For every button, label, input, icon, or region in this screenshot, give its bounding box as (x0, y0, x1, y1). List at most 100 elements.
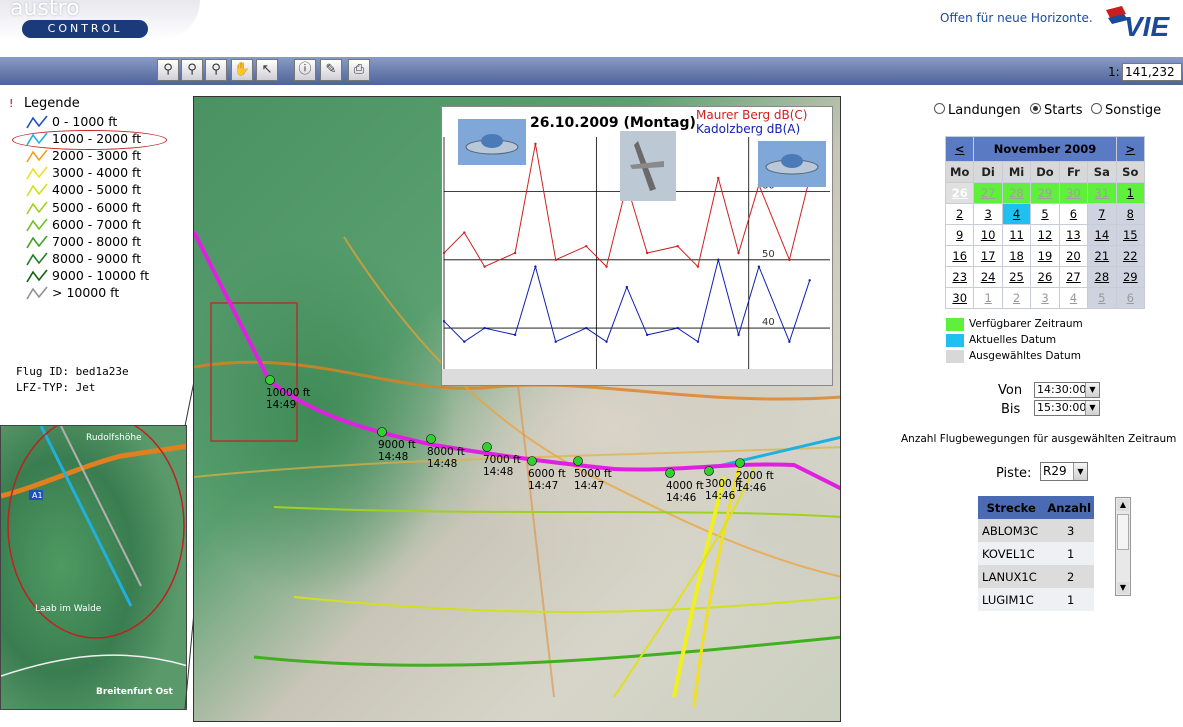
calendar-weekday: Mi (1002, 162, 1031, 182)
radio-landungen[interactable]: Landungen (934, 103, 1021, 118)
calendar-day[interactable]: 3 (1031, 288, 1059, 308)
radio-circle[interactable] (1030, 103, 1041, 114)
calendar-weekday: Di (974, 162, 1002, 182)
track-point[interactable]: 4000 ft14:46 (665, 468, 704, 505)
route-header-anzahl[interactable]: Anzahl (1044, 496, 1094, 519)
calendar-day[interactable]: 18 (1002, 246, 1031, 266)
calendar-day[interactable]: 24 (974, 267, 1002, 287)
calendar-next-button[interactable]: > (1116, 137, 1144, 161)
chart-point (676, 326, 679, 330)
radio-circle[interactable] (934, 103, 945, 114)
von-select[interactable]: 14:30:00 ▼ (1034, 382, 1100, 398)
calendar-day[interactable]: 30 (1059, 183, 1088, 203)
track-point-altitude: 5000 ft (574, 468, 612, 480)
track-point-time: 14:46 (736, 482, 767, 494)
calendar-day[interactable]: 2 (946, 204, 974, 224)
calendar-day[interactable]: 6 (1116, 288, 1144, 308)
calendar-day[interactable]: 17 (974, 246, 1002, 266)
calendar-day[interactable]: 27 (1059, 267, 1088, 287)
radio-circle[interactable] (1091, 103, 1102, 114)
table-row[interactable]: LUGIM1C 1 (978, 588, 1094, 611)
track-point[interactable]: 5000 ft14:47 (573, 456, 612, 493)
calendar-prev-button[interactable]: < (946, 137, 974, 161)
chart-point (534, 265, 537, 268)
calendar-day[interactable]: 5 (1088, 288, 1116, 308)
route-header-strecke[interactable]: Strecke (978, 496, 1045, 519)
calendar-day[interactable]: 10 (974, 225, 1002, 245)
track-point-marker (482, 442, 492, 452)
track-point-altitude: 7000 ft (483, 454, 521, 466)
track-point[interactable]: 8000 ft14:48 (426, 434, 465, 471)
bis-select[interactable]: 15:30:00 ▼ (1034, 400, 1100, 416)
calendar-day[interactable]: 29 (1116, 267, 1144, 287)
chevron-down-icon[interactable]: ▼ (1085, 401, 1099, 415)
track-point-marker (573, 456, 583, 466)
calendar-day[interactable]: 15 (1116, 225, 1144, 245)
calendar-day[interactable]: 11 (1002, 225, 1031, 245)
noise-chart: 40506014:3014:4515:00 26.10.2009 (Montag… (441, 106, 833, 386)
calendar-day[interactable]: 28 (1002, 183, 1031, 203)
calendar-week: 9 10 11 12 13 14 15 (946, 225, 1144, 245)
calendar-day[interactable]: 28 (1088, 267, 1116, 287)
table-row[interactable]: KOVEL1C 1 (978, 542, 1094, 565)
calendar-day[interactable]: 4 (1059, 288, 1088, 308)
bis-value: 15:30:00 (1037, 401, 1087, 414)
calendar-day[interactable]: 5 (1031, 204, 1059, 224)
calendar-day[interactable]: 1 (1116, 183, 1144, 203)
print-icon[interactable]: ⎙ (348, 59, 370, 81)
scroll-down-icon[interactable]: ▼ (1117, 582, 1129, 594)
route-name-cell: LUGIM1C (978, 588, 1045, 611)
track-point[interactable]: 7000 ft14:48 (482, 442, 521, 479)
scale-input[interactable] (1122, 63, 1182, 81)
calendar-day[interactable]: 12 (1031, 225, 1059, 245)
radio-starts[interactable]: Starts (1030, 103, 1083, 118)
chart-title: 26.10.2009 (Montag) (530, 115, 696, 131)
measure-icon[interactable]: ✎ (320, 59, 342, 81)
key-swatch-selected (946, 350, 964, 363)
calendar-day[interactable]: 25 (1002, 267, 1031, 287)
calendar-day[interactable]: 20 (1059, 246, 1088, 266)
calendar-day[interactable]: 26 (946, 183, 974, 203)
plane-photo (620, 131, 676, 201)
table-row[interactable]: ABLOM3C 3 (978, 519, 1094, 542)
scroll-thumb[interactable] (1117, 514, 1129, 550)
chart-point (513, 333, 517, 337)
calendar-day[interactable]: 9 (946, 225, 974, 245)
legend-series-1: Maurer Berg dB(C) (696, 108, 807, 122)
chevron-down-icon[interactable]: ▼ (1073, 463, 1087, 480)
chart-point (554, 340, 557, 343)
chart-y-tick-label: 50 (762, 249, 775, 260)
calendar-day[interactable]: 31 (1088, 183, 1116, 203)
calendar-day[interactable]: 23 (946, 267, 974, 287)
scroll-up-icon[interactable]: ▲ (1117, 499, 1129, 511)
chart-point (696, 265, 700, 268)
radio-sonstige[interactable]: Sonstige (1091, 103, 1161, 118)
calendar-day[interactable]: 8 (1116, 204, 1144, 224)
calendar-day[interactable]: 2 (1002, 288, 1031, 308)
calendar-day[interactable]: 14 (1088, 225, 1116, 245)
calendar-day[interactable]: 30 (946, 288, 974, 308)
von-label: Von (998, 383, 1023, 398)
calendar-day[interactable]: 16 (946, 246, 974, 266)
calendar-day[interactable]: 3 (974, 204, 1002, 224)
calendar-day[interactable]: 19 (1031, 246, 1059, 266)
calendar-day[interactable]: 13 (1059, 225, 1088, 245)
track-point-marker (377, 427, 387, 437)
piste-select[interactable]: R29 ▼ (1040, 462, 1088, 481)
calendar-day[interactable]: 26 (1031, 267, 1059, 287)
calendar-day[interactable]: 22 (1116, 246, 1144, 266)
calendar-day[interactable]: 29 (1031, 183, 1059, 203)
chevron-down-icon[interactable]: ▼ (1085, 383, 1099, 397)
track-point[interactable]: 10000 ft14:49 (265, 375, 311, 412)
calendar-day[interactable]: 6 (1059, 204, 1088, 224)
table-row[interactable]: LANUX1C 2 (978, 565, 1094, 588)
track-point-altitude: 4000 ft (666, 480, 704, 492)
route-scrollbar[interactable]: ▲ ▼ (1115, 497, 1131, 596)
calendar-day[interactable]: 1 (974, 288, 1002, 308)
calendar-day[interactable]: 7 (1088, 204, 1116, 224)
chart-point (442, 320, 446, 323)
calendar-day[interactable]: 27 (974, 183, 1002, 203)
track-point[interactable]: 9000 ft14:48 (377, 427, 416, 464)
calendar-day[interactable]: 4 (1002, 204, 1031, 224)
calendar-day[interactable]: 21 (1088, 246, 1116, 266)
